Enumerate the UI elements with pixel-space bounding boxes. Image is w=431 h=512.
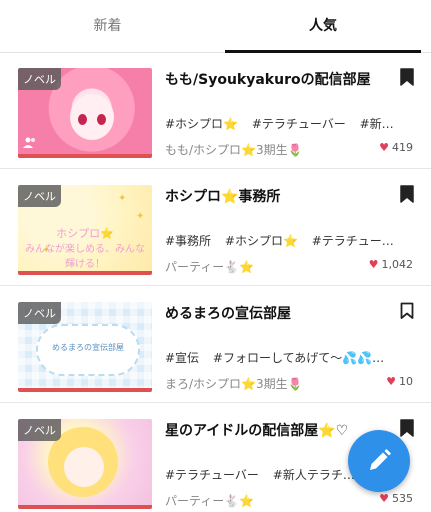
like-count: ♥ 535 xyxy=(379,492,413,505)
tag[interactable]: #新人テラチ… xyxy=(273,468,355,482)
bookmark-filled-icon[interactable] xyxy=(400,419,414,437)
tag[interactable]: #宣伝 xyxy=(165,351,199,365)
tag[interactable]: #フォローしてあげて〜💦💦… xyxy=(213,351,384,365)
tab-new[interactable]: 新着 xyxy=(0,0,215,53)
room-thumbnail: めるまろの宣伝部屋 ノベル xyxy=(18,302,152,392)
like-count-value: 419 xyxy=(392,141,413,154)
thumbnail-bar xyxy=(18,154,152,158)
thumbnail-caption: みんなが楽しめる、みんな xyxy=(25,244,145,255)
room-thumbnail: ✦ ✦ ✦ ホシプロ⭐ みんなが楽しめる、みんな 輝ける！ ノベル xyxy=(18,185,152,275)
room-thumbnail: ノベル xyxy=(18,68,152,158)
novel-badge: ノベル xyxy=(18,68,61,90)
tag[interactable]: #ホシプロ⭐ xyxy=(165,117,238,131)
sparkle-icon: ✦ xyxy=(118,193,127,204)
sparkle-icon: ✦ xyxy=(136,211,145,222)
like-count-value: 10 xyxy=(399,375,413,388)
room-owner: まろ/ホシプロ⭐3期生🌷 xyxy=(165,377,303,391)
room-owner: パーティー🐇⭐ xyxy=(165,494,255,508)
tag-list: #事務所 #ホシプロ⭐ #テラチュー… xyxy=(165,232,410,249)
room-list-item[interactable]: ノベル もも/Syoukyakuroの配信部屋 #ホシプロ⭐ #テラチューバー … xyxy=(0,53,431,169)
bookmark-filled-icon[interactable] xyxy=(400,68,414,86)
like-count: ♥ 419 xyxy=(379,141,413,154)
bookmark-outline-icon[interactable] xyxy=(400,302,414,320)
tag[interactable]: #ホシプロ⭐ xyxy=(225,234,298,248)
pencil-icon xyxy=(370,449,391,470)
room-list-item[interactable]: ✦ ✦ ✦ ホシプロ⭐ みんなが楽しめる、みんな 輝ける！ ノベル ホシプロ⭐事… xyxy=(0,170,431,286)
room-title[interactable]: ホシプロ⭐事務所 xyxy=(165,186,390,206)
tab-bar: 新着 人気 xyxy=(0,0,431,53)
novel-badge: ノベル xyxy=(18,302,61,324)
group-icon xyxy=(23,136,39,150)
room-title[interactable]: めるまろの宣伝部屋 xyxy=(165,303,390,323)
tag-list: #宣伝 #フォローしてあげて〜💦💦… xyxy=(165,349,410,366)
tab-popular[interactable]: 人気 xyxy=(225,0,421,53)
like-count-value: 535 xyxy=(392,492,413,505)
tag[interactable]: #新… xyxy=(360,117,394,131)
room-list-item[interactable]: めるまろの宣伝部屋 ノベル めるまろの宣伝部屋 #宣伝 #フォローしてあげて〜💦… xyxy=(0,287,431,403)
thumbnail-bar xyxy=(18,388,152,392)
room-thumbnail: ノベル xyxy=(18,419,152,509)
character-face xyxy=(70,94,114,140)
create-post-button[interactable] xyxy=(348,430,410,492)
tag[interactable]: #テラチューバー xyxy=(165,468,259,482)
heart-icon: ♥ xyxy=(386,375,396,388)
thumbnail-caption: めるまろの宣伝部屋 xyxy=(52,343,124,352)
heart-icon: ♥ xyxy=(368,258,379,271)
room-owner: もも/ホシプロ⭐3期生🌷 xyxy=(165,143,303,157)
heart-icon: ♥ xyxy=(379,141,389,154)
like-count: ♥ 10 xyxy=(386,375,413,388)
novel-badge: ノベル xyxy=(18,419,61,441)
character-eye xyxy=(97,114,106,125)
tag[interactable]: #事務所 xyxy=(165,234,211,248)
tag[interactable]: #テラチュー… xyxy=(312,234,394,248)
like-count-value: 1,042 xyxy=(381,258,414,271)
thumbnail-caption: ホシプロ⭐ xyxy=(56,227,114,240)
room-title[interactable]: 星のアイドルの配信部屋⭐♡ xyxy=(165,420,390,440)
character-eye xyxy=(78,114,87,125)
room-title[interactable]: もも/Syoukyakuroの配信部屋 xyxy=(165,69,390,89)
tag-list: #ホシプロ⭐ #テラチューバー #新… xyxy=(165,115,410,132)
thumbnail-bar xyxy=(18,505,152,509)
like-count: ♥ 1,042 xyxy=(369,258,413,271)
character-face xyxy=(64,447,104,487)
novel-badge: ノベル xyxy=(18,185,61,207)
heart-icon: ♥ xyxy=(379,492,389,505)
thumbnail-caption: 輝ける！ xyxy=(65,259,105,270)
thumbnail-bar xyxy=(18,271,152,275)
tag[interactable]: #テラチューバー xyxy=(252,117,346,131)
bookmark-filled-icon[interactable] xyxy=(400,185,414,203)
room-owner: パーティー🐇⭐ xyxy=(165,260,255,274)
